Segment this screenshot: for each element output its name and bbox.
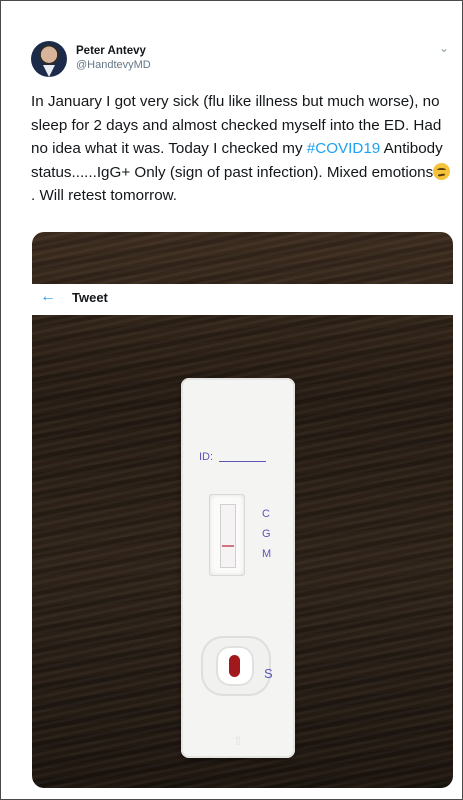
cassette-id-label: ID: [199,451,214,463]
avatar[interactable] [31,41,67,77]
up-arrow-icon: ⇧ [233,734,244,748]
label-s: S [264,666,273,681]
tweet-header-title: Tweet [72,290,108,305]
result-window [209,494,245,576]
hashtag-link[interactable]: #COVID19 [307,140,380,157]
result-line [222,545,234,547]
tweet-text-part3: . Will retest tomorrow. [31,187,177,204]
cassette-id-line [219,461,266,462]
author-name[interactable]: Peter Antevy [76,45,146,57]
sample-well [216,646,254,686]
tweet-header-bar: ← Tweet [32,284,453,315]
tweet-card: Peter Antevy @HandtevyMD ⌄ In January I … [0,0,463,800]
back-arrow-icon[interactable]: ← [40,288,56,306]
label-g: G [262,528,271,540]
antibody-test-cassette: ID: C G M S ⇧ [181,378,295,758]
author-handle[interactable]: @HandtevyMD [76,59,151,71]
test-strip [220,504,236,568]
tweet-photo[interactable]: ← Tweet ID: C G M S ⇧ [32,232,453,788]
label-m: M [262,548,272,560]
blood-sample [229,655,240,677]
label-c: C [262,508,270,520]
tweet-text: In January I got very sick (flu like ill… [31,90,451,208]
chevron-down-icon[interactable]: ⌄ [439,41,449,55]
sample-well-frame [201,636,271,696]
confused-face-emoji-icon [433,162,451,180]
